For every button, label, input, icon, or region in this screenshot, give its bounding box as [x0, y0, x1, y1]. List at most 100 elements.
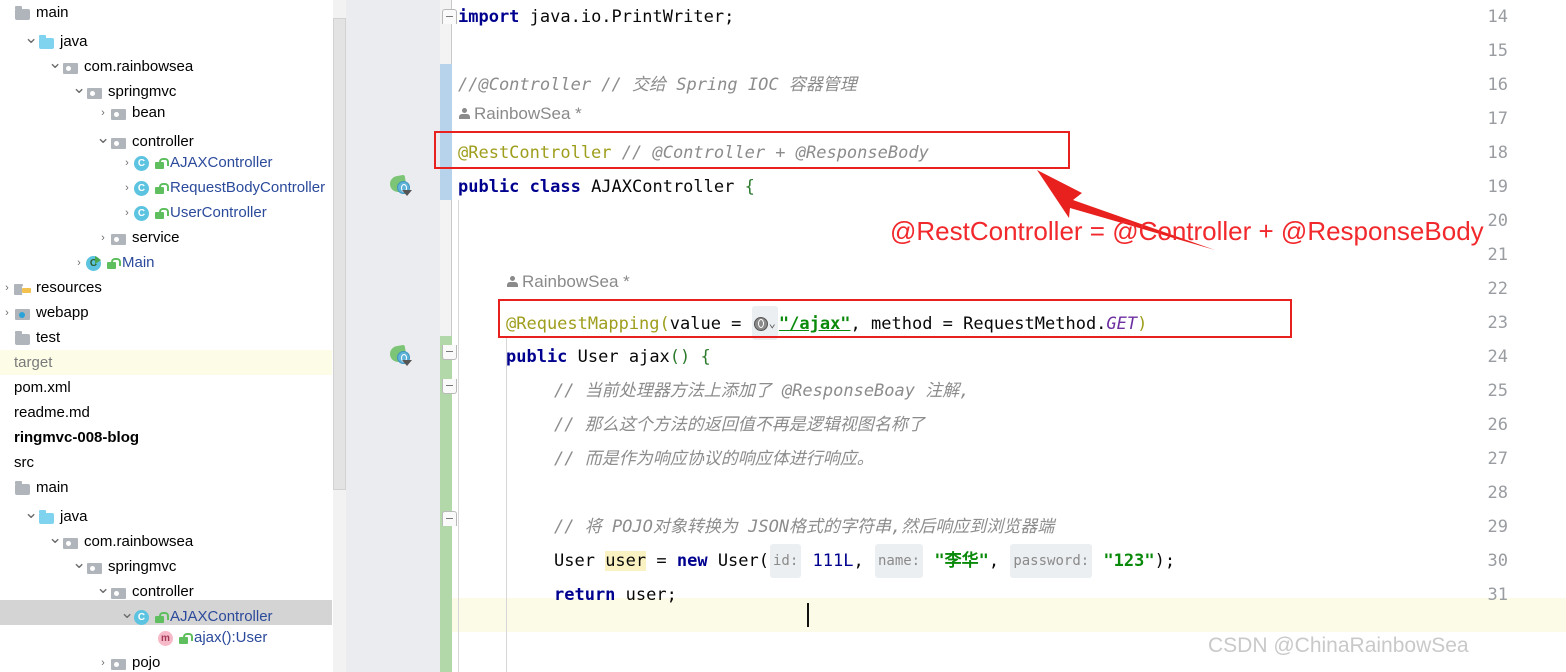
chevron-right-icon[interactable]: › [120, 176, 134, 201]
code-line-24[interactable]: // 那么这个方法的返回值不再是逻辑视图名称了 [554, 408, 925, 442]
tree-item-label: UserController [170, 204, 267, 221]
package-icon [110, 135, 128, 150]
method-icon [158, 631, 174, 647]
line-number-30[interactable]: 30 [1472, 544, 1566, 578]
chevron-right-icon[interactable]: › [0, 301, 14, 326]
line-number-26[interactable]: 26 [1472, 408, 1566, 442]
code-line-14[interactable]: import java.io.PrintWriter; [458, 0, 734, 34]
tree-item-usercontroller[interactable]: › UserController [0, 200, 332, 225]
tree-item-pojo[interactable]: › pojo [0, 650, 332, 672]
chevron-down-icon[interactable]: ⌄ [96, 125, 110, 150]
sidebar-scrollbar-thumb[interactable] [333, 18, 346, 490]
param-hint-id: id: [770, 544, 802, 578]
tree-item-main[interactable]: main [0, 0, 332, 25]
line-number-16[interactable]: 16 [1472, 68, 1566, 102]
tree-item-java[interactable]: ⌄ java [0, 500, 332, 525]
line-number-27[interactable]: 27 [1472, 442, 1566, 476]
fold-marker-22[interactable] [442, 345, 457, 360]
tree-item-webapp[interactable]: › webapp [0, 300, 332, 325]
line-number-14[interactable]: 14 [1472, 0, 1566, 34]
line-number-label: 18 [1487, 143, 1508, 163]
line-number-label: 15 [1487, 41, 1508, 61]
tree-item-com-rainbowsea[interactable]: ⌄ com.rainbowsea [0, 525, 332, 550]
tree-item-readme-md[interactable]: readme.md [0, 400, 332, 425]
tree-item-springmvc[interactable]: ⌄ springmvc [0, 75, 332, 100]
line-number-29[interactable]: 29 [1472, 510, 1566, 544]
line-number-15[interactable]: 15 [1472, 34, 1566, 68]
code-line-28[interactable]: User user = new User(id: 111L, name: "李华… [554, 544, 1175, 578]
tree-item-label: ajax():User [194, 629, 268, 646]
tree-item-label: src [14, 454, 34, 471]
tree-item-ajaxcontroller[interactable]: › AJAXController [0, 150, 332, 175]
tree-item-test[interactable]: test [0, 325, 332, 350]
tree-item-controller[interactable]: ⌄ controller [0, 125, 332, 150]
fold-marker-14[interactable] [442, 9, 457, 24]
chevron-right-icon[interactable]: › [72, 251, 86, 276]
chevron-right-icon[interactable]: › [0, 276, 14, 301]
tree-item-main[interactable]: › Main [0, 250, 332, 275]
line-number-25[interactable]: 25 [1472, 374, 1566, 408]
chevron-down-icon[interactable]: ⌄ [48, 50, 62, 75]
variable-user[interactable]: user [605, 551, 647, 571]
code-line-27[interactable]: // 将 POJO对象转换为 JSON格式的字符串,然后响应到浏览器端 [554, 510, 1054, 544]
tree-item-com-rainbowsea[interactable]: ⌄ com.rainbowsea [0, 50, 332, 75]
chevron-down-icon[interactable]: ⌄ [72, 75, 86, 100]
chevron-right-icon[interactable]: › [120, 201, 134, 226]
code-line-25[interactable]: // 而是作为响应协议的响应体进行响应。 [554, 442, 874, 476]
tree-item-ajax-user[interactable]: ajax():User [0, 625, 332, 650]
line-number-18[interactable]: 18 [1472, 136, 1566, 170]
tree-item-controller[interactable]: ⌄ controller [0, 575, 332, 600]
chevron-right-icon[interactable]: › [96, 226, 110, 251]
chevron-down-icon[interactable]: ⌄ [96, 575, 110, 600]
tree-item-springmvc[interactable]: ⌄ springmvc [0, 550, 332, 575]
line-number-31[interactable]: 31 [1472, 578, 1566, 612]
comma: , [988, 551, 1010, 571]
package-icon [86, 85, 104, 100]
line-number-label: 31 [1487, 585, 1508, 605]
inlay-hint-author-2[interactable]: RainbowSea * [506, 270, 630, 294]
chevron-down-icon[interactable]: ⌄ [120, 600, 134, 625]
chevron-right-icon[interactable]: › [96, 101, 110, 126]
code-line-29[interactable]: return user; [554, 578, 677, 612]
chevron-down-icon[interactable]: ⌄ [48, 525, 62, 550]
chevron-right-icon[interactable]: › [120, 151, 134, 176]
tree-item-target[interactable]: target [0, 350, 332, 375]
line-number-23[interactable]: 23 [1472, 306, 1566, 340]
tree-item-ajaxcontroller[interactable]: ⌄ AJAXController [0, 600, 332, 625]
tree-item-ringmvc-008-blog[interactable]: ringmvc-008-blog [0, 425, 332, 450]
tree-item-src[interactable]: src [0, 450, 332, 475]
tree-item-resources[interactable]: › resources [0, 275, 332, 300]
tree-item-label: com.rainbowsea [84, 533, 194, 550]
code-line-18[interactable]: public class AJAXController { [458, 170, 755, 204]
tree-item-pom-xml[interactable]: pom.xml [0, 375, 332, 400]
chevron-down-icon[interactable]: ⌄ [24, 25, 38, 50]
spring-bean-gutter-icon[interactable] [388, 174, 412, 196]
line-number-22[interactable]: 22 [1472, 272, 1566, 306]
tree-item-requestbodycontroller[interactable]: › RequestBodyController [0, 175, 332, 200]
line-number-24[interactable]: 24 [1472, 340, 1566, 374]
fold-marker-23[interactable] [442, 379, 457, 394]
tree-item-main[interactable]: main [0, 475, 332, 500]
line-number-20[interactable]: 20 [1472, 204, 1566, 238]
line-number-17[interactable]: 17 [1472, 102, 1566, 136]
tree-item-bean[interactable]: › bean [0, 100, 332, 125]
code-line-22[interactable]: public User ajax() { [506, 340, 711, 374]
tree-item-label: controller [132, 133, 194, 150]
fold-marker-27[interactable] [442, 511, 457, 526]
code-line-23[interactable]: // 当前处理器方法上添加了 @ResponseBoay 注解, [554, 374, 969, 408]
line-number-21[interactable]: 21 [1472, 238, 1566, 272]
inlay-hint-author-1[interactable]: RainbowSea * [458, 102, 582, 126]
spring-endpoint-gutter-icon[interactable] [388, 344, 412, 366]
code-line-16[interactable]: //@Controller // 交给 Spring IOC 容器管理 [458, 68, 857, 102]
tree-item-java[interactable]: ⌄ java [0, 25, 332, 50]
chevron-down-icon[interactable]: ⌄ [72, 550, 86, 575]
line-number-28[interactable]: 28 [1472, 476, 1566, 510]
line-number-label: 22 [1487, 279, 1508, 299]
chevron-right-icon[interactable]: › [96, 651, 110, 672]
folder-blue-icon [38, 510, 56, 525]
editor-gutter[interactable] [346, 0, 440, 672]
tree-item-service[interactable]: › service [0, 225, 332, 250]
chevron-down-icon[interactable]: ⌄ [24, 500, 38, 525]
line-number-19[interactable]: 19 [1472, 170, 1566, 204]
tree-item-label: resources [36, 279, 102, 296]
